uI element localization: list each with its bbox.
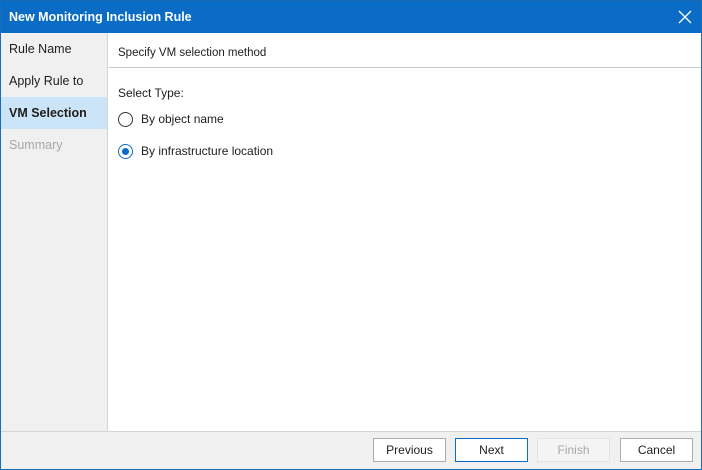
previous-button[interactable]: Previous xyxy=(373,438,446,462)
title-bar: New Monitoring Inclusion Rule xyxy=(1,1,701,33)
wizard-steps: Rule Name Apply Rule to VM Selection Sum… xyxy=(1,33,108,431)
radio-button[interactable] xyxy=(118,143,133,159)
step-vm-selection[interactable]: VM Selection xyxy=(1,97,107,129)
step-label: Rule Name xyxy=(9,42,72,56)
step-header: Specify VM selection method xyxy=(109,33,701,68)
close-icon[interactable] xyxy=(678,10,692,24)
step-summary: Summary xyxy=(1,129,107,161)
cancel-button[interactable]: Cancel xyxy=(620,438,693,462)
dialog-window: New Monitoring Inclusion Rule Rule Name … xyxy=(0,0,702,470)
window-title: New Monitoring Inclusion Rule xyxy=(9,10,192,24)
radio-by-infrastructure-location[interactable]: By infrastructure location xyxy=(118,142,273,160)
step-label: Summary xyxy=(9,138,63,152)
radio-label: By object name xyxy=(141,112,224,126)
radio-button[interactable] xyxy=(118,111,133,127)
select-type-label: Select Type: xyxy=(118,86,184,100)
button-bar: Previous Next Finish Cancel xyxy=(1,431,701,469)
step-label: VM Selection xyxy=(9,106,87,120)
radio-by-object-name[interactable]: By object name xyxy=(118,110,224,128)
step-apply-rule-to[interactable]: Apply Rule to xyxy=(1,65,107,97)
next-button[interactable]: Next xyxy=(455,438,528,462)
radio-label: By infrastructure location xyxy=(141,144,274,158)
step-label: Apply Rule to xyxy=(9,74,84,88)
finish-button: Finish xyxy=(537,438,610,462)
step-rule-name[interactable]: Rule Name xyxy=(1,33,107,65)
step-content: Specify VM selection method Select Type:… xyxy=(109,33,701,431)
